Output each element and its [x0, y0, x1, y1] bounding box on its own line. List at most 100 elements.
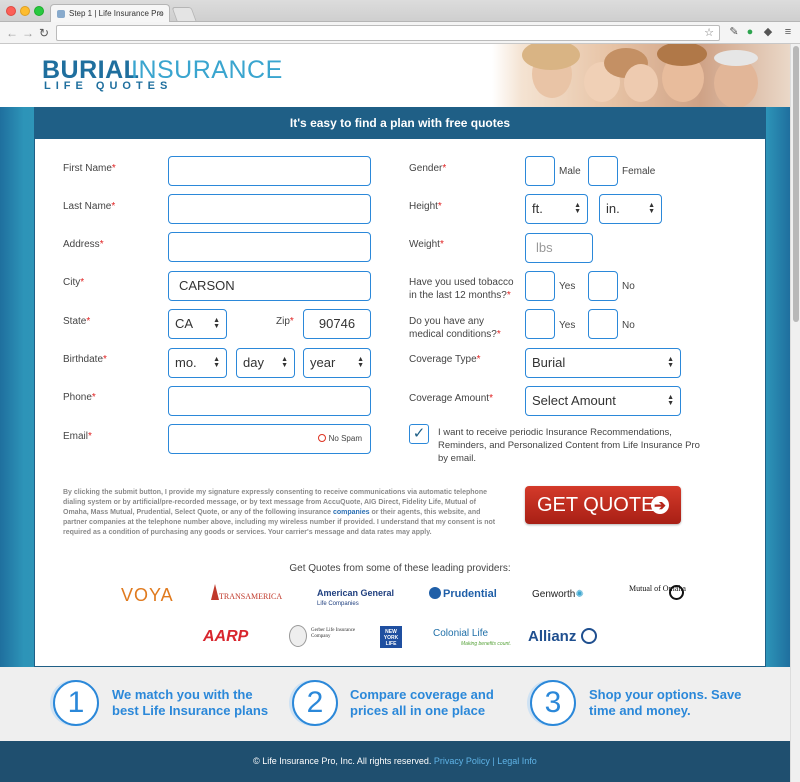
- logo-subtitle: LIFE QUOTES: [44, 80, 173, 92]
- email-label: Email*: [63, 431, 92, 442]
- dropdown-arrow-icon: ▲ ▼: [281, 356, 288, 369]
- medical-no-label: No: [622, 320, 635, 331]
- medical-no-radio[interactable]: [588, 309, 618, 339]
- close-window-button[interactable]: [6, 6, 16, 16]
- mutual-of-omaha-logo: Mutual of Omaha: [629, 585, 686, 600]
- no-spam-icon: [317, 434, 326, 442]
- panel-heading: It's easy to find a plan with free quote…: [35, 108, 765, 139]
- coverage-amount-value: Select Amount: [532, 393, 616, 408]
- coverage-type-select[interactable]: Burial ▲ ▼: [525, 348, 681, 378]
- state-label: State*: [63, 316, 91, 327]
- step-3-number: 3: [530, 680, 576, 726]
- height-label: Height*: [409, 201, 442, 212]
- extension-pencil-icon[interactable]: ✎: [728, 26, 740, 38]
- genworth-sun-icon: ✺: [575, 589, 584, 600]
- tab-close-icon[interactable]: ×: [158, 5, 163, 22]
- gender-male-label: Male: [559, 166, 581, 177]
- no-spam-badge: No Spam: [317, 434, 362, 444]
- step-1-text: We match you with the best Life Insurance…: [112, 687, 269, 718]
- prudential-rock-icon: [429, 587, 441, 599]
- reload-icon[interactable]: ↻: [39, 25, 49, 41]
- forward-icon[interactable]: →: [22, 25, 34, 41]
- omaha-indian-head-icon: [669, 585, 684, 600]
- menu-icon[interactable]: ≡: [782, 26, 794, 38]
- state-select[interactable]: CA ▲ ▼: [168, 309, 227, 339]
- step-2-text: Compare coverage and prices all in one pl…: [350, 687, 494, 718]
- back-icon[interactable]: ←: [6, 25, 18, 41]
- medical-yes-radio[interactable]: [525, 309, 555, 339]
- scrollbar-thumb[interactable]: [793, 46, 799, 322]
- get-quotes-button[interactable]: GET QUOTES ➔: [525, 486, 681, 524]
- phone-label: Phone*: [63, 392, 96, 403]
- medical-yes-label: Yes: [559, 320, 576, 331]
- minimize-window-button[interactable]: [20, 6, 30, 16]
- tobacco-no-radio[interactable]: [588, 271, 618, 301]
- american-general-logo: American General Life Companies: [317, 588, 395, 608]
- address-input[interactable]: [168, 232, 371, 262]
- birth-day-value: day: [243, 355, 264, 370]
- zip-input[interactable]: 90746: [303, 309, 371, 339]
- colonial-life-logo: Colonial Life Making benefits count.: [433, 628, 512, 648]
- page-scrollbar[interactable]: [790, 44, 800, 782]
- allianz-eagle-icon: [580, 628, 597, 644]
- extension-icon[interactable]: ◆: [762, 26, 774, 38]
- height-feet-select[interactable]: ft. ▲ ▼: [525, 194, 588, 224]
- extension-evernote-icon[interactable]: ●: [744, 26, 756, 38]
- gender-female-radio[interactable]: [588, 156, 618, 186]
- step-2-number: 2: [292, 680, 338, 726]
- state-value: CA: [175, 316, 194, 331]
- transamerica-logo: TRANSAMERICA: [209, 584, 282, 604]
- companies-link[interactable]: companies: [333, 509, 370, 516]
- privacy-policy-link[interactable]: Privacy Policy: [434, 756, 490, 766]
- gender-female-label: Female: [622, 166, 656, 177]
- arrow-right-icon: ➔: [651, 496, 669, 514]
- browser-tab[interactable]: Step 1 | Life Insurance Pro ×: [50, 4, 170, 22]
- coverage-amount-label: Coverage Amount*: [409, 393, 493, 404]
- new-tab-button[interactable]: [171, 7, 197, 21]
- coverage-type-label: Coverage Type*: [409, 354, 481, 365]
- email-optin-checkbox[interactable]: ✓: [409, 424, 429, 444]
- site-footer: © Life Insurance Pro, Inc. All rights re…: [0, 741, 790, 782]
- dropdown-arrow-icon: ▲ ▼: [213, 356, 220, 369]
- favicon-icon: [57, 10, 65, 18]
- tobacco-yes-label: Yes: [559, 281, 576, 292]
- tobacco-yes-radio[interactable]: [525, 271, 555, 301]
- star-icon[interactable]: ☆: [703, 27, 715, 39]
- step-1-number: 1: [53, 680, 99, 726]
- birth-year-select[interactable]: year ▲ ▼: [303, 348, 371, 378]
- birth-year-value: year: [310, 355, 336, 370]
- height-inches-select[interactable]: in. ▲ ▼: [599, 194, 662, 224]
- coverage-amount-select[interactable]: Select Amount ▲ ▼: [525, 386, 681, 416]
- legal-info-link[interactable]: Legal Info: [497, 756, 537, 766]
- city-input[interactable]: CARSON: [168, 271, 371, 301]
- dropdown-arrow-icon: ▲ ▼: [213, 317, 220, 330]
- quote-form-panel: It's easy to find a plan with free quote…: [34, 107, 766, 667]
- allianz-logo: Allianz: [528, 628, 597, 645]
- maximize-window-button[interactable]: [34, 6, 44, 16]
- tab-title: Step 1 | Life Insurance Pro: [69, 9, 164, 18]
- birth-day-select[interactable]: day ▲ ▼: [236, 348, 295, 378]
- browser-toolbar: ← → ↻ ☆ ✎ ● ◆ ≡: [0, 22, 800, 44]
- weight-input[interactable]: lbs: [525, 233, 593, 263]
- first-name-input[interactable]: [168, 156, 371, 186]
- dropdown-arrow-icon: ▲ ▼: [667, 394, 674, 407]
- email-optin-text: I want to receive periodic Insurance Rec…: [438, 427, 700, 464]
- last-name-input[interactable]: [168, 194, 371, 224]
- gerber-life-logo: Gerber Life Insurance Company: [289, 625, 361, 649]
- birth-month-select[interactable]: mo. ▲ ▼: [168, 348, 227, 378]
- medical-label: Do you have any medical conditions?*: [409, 316, 501, 340]
- providers-heading: Get Quotes from some of these leading pr…: [289, 563, 511, 574]
- weight-placeholder: lbs: [536, 240, 553, 255]
- address-bar[interactable]: ☆: [56, 25, 720, 41]
- step-3-text: Shop your options. Save time and money.: [589, 687, 742, 718]
- email-input[interactable]: No Spam: [168, 424, 371, 454]
- gender-male-radio[interactable]: [525, 156, 555, 186]
- footer-separator: |: [492, 756, 495, 766]
- city-label: City*: [63, 277, 85, 288]
- phone-input[interactable]: [168, 386, 371, 416]
- weight-label: Weight*: [409, 239, 444, 250]
- browser-tabbar: Step 1 | Life Insurance Pro ×: [0, 0, 800, 22]
- prudential-logo: Prudential: [429, 587, 497, 600]
- birthdate-label: Birthdate*: [63, 354, 107, 365]
- copyright-text: © Life Insurance Pro, Inc. All rights re…: [253, 756, 432, 766]
